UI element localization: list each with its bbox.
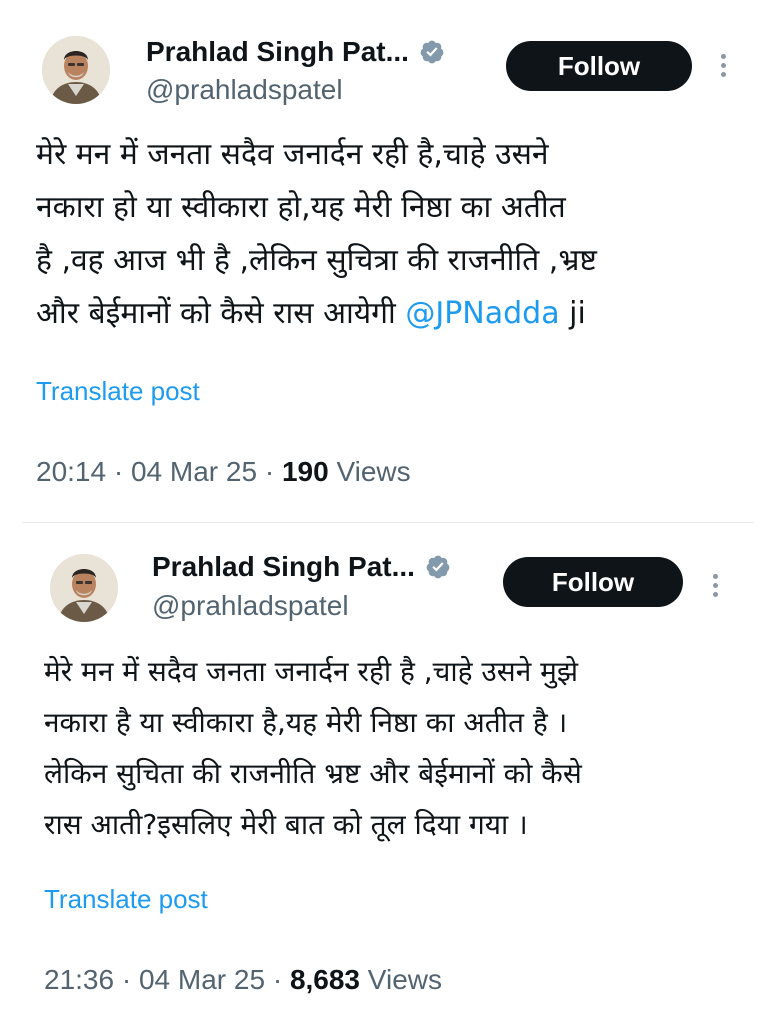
views-label: Views <box>367 964 442 995</box>
post-date[interactable]: 04 Mar 25 <box>131 456 257 487</box>
author-name-row: Prahlad Singh Pat... <box>146 36 445 68</box>
verified-badge-icon <box>425 554 451 580</box>
post-text-suffix: ji <box>559 296 586 331</box>
translate-post-link[interactable]: Translate post <box>44 884 208 915</box>
more-options-icon[interactable] <box>714 46 734 86</box>
post-text: मेरे मन में जनता सदैव जनार्दन रही है,चाह… <box>36 128 736 340</box>
views-count: 190 <box>281 456 329 487</box>
meta-separator: · <box>113 456 124 487</box>
avatar-photo <box>42 36 110 104</box>
post-meta: 21:36 · 04 Mar 25 · 8,683 Views <box>44 964 442 996</box>
post-text-main: मेरे मन में सदैव जनता जनार्दन रही है ,चा… <box>44 655 582 841</box>
avatar[interactable] <box>50 554 118 622</box>
more-options-icon[interactable] <box>706 566 726 606</box>
author-name-row: Prahlad Singh Pat... <box>152 551 451 583</box>
meta-separator: · <box>264 456 275 487</box>
author-handle[interactable]: @prahladspatel <box>146 74 343 106</box>
follow-button[interactable]: Follow <box>503 557 683 607</box>
post-text: मेरे मन में सदैव जनता जनार्दन रही है ,चा… <box>44 646 744 850</box>
avatar[interactable] <box>42 36 110 104</box>
follow-button[interactable]: Follow <box>506 41 692 91</box>
translate-post-link[interactable]: Translate post <box>36 376 200 407</box>
views-count: 8,683 <box>289 964 361 995</box>
views-label: Views <box>336 456 411 487</box>
verified-badge-icon <box>419 39 445 65</box>
mention-link[interactable]: @JPNadda <box>405 296 559 331</box>
meta-separator: · <box>272 964 283 995</box>
post-divider <box>22 522 754 523</box>
author-name[interactable]: Prahlad Singh Pat... <box>146 36 409 68</box>
post-time[interactable]: 21:36 <box>44 964 114 995</box>
meta-separator: · <box>121 964 132 995</box>
avatar-photo <box>50 554 118 622</box>
post-date[interactable]: 04 Mar 25 <box>139 964 265 995</box>
post-meta: 20:14 · 04 Mar 25 · 190 Views <box>36 456 411 488</box>
post-1: Prahlad Singh Pat... @prahladspatel Foll… <box>0 0 776 522</box>
author-name[interactable]: Prahlad Singh Pat... <box>152 551 415 583</box>
author-handle[interactable]: @prahladspatel <box>152 590 349 622</box>
post-time[interactable]: 20:14 <box>36 456 106 487</box>
